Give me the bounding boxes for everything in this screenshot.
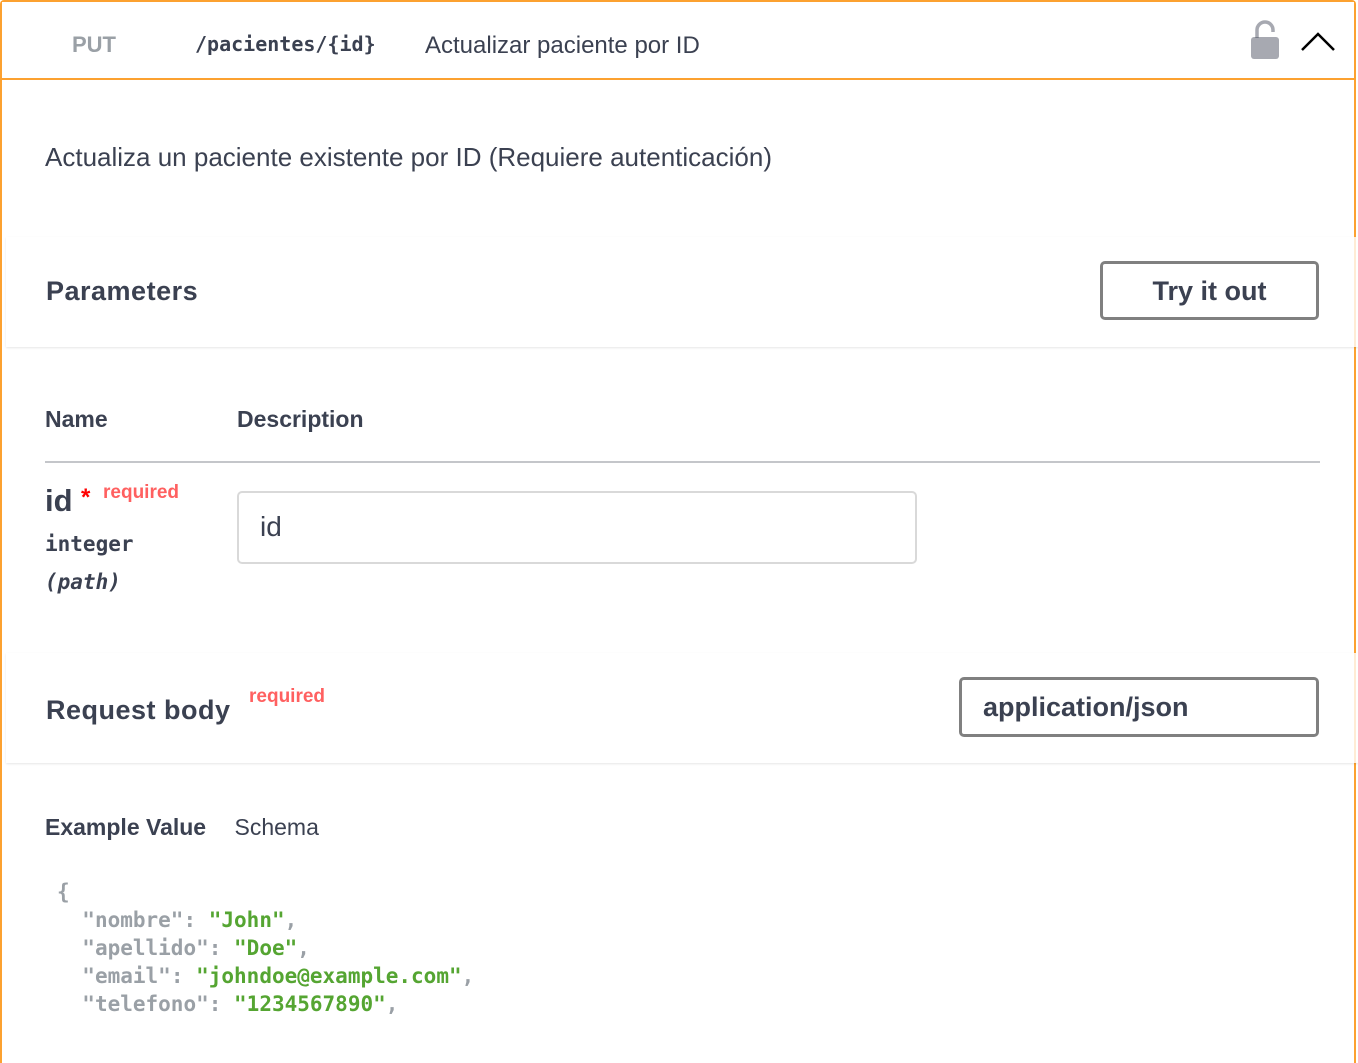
parameter-location: (path) — [45, 570, 121, 594]
request-body-required-label: required — [249, 686, 326, 707]
parameter-type: integer — [45, 532, 134, 556]
operation-body: Actualiza un paciente existente por ID (… — [2, 80, 1358, 1063]
parameter-name: id — [45, 483, 73, 518]
json-value: "Doe" — [234, 936, 298, 960]
operation-block: PUT /pacientes/{id} Actualizar paciente … — [0, 0, 1358, 1063]
request-body-header: Request body required application/json — [6, 653, 1358, 763]
json-value: "johndoe@example.com" — [196, 964, 462, 988]
parameters-table-header: Name Description — [45, 406, 1320, 463]
endpoint-path: /pacientes/{id} — [195, 32, 376, 56]
chevron-up-icon[interactable] — [1298, 26, 1338, 56]
required-star: * — [81, 484, 91, 511]
column-description-header: Description — [237, 406, 364, 432]
example-json: { "nombre": "John", "apellido": "Doe", "… — [57, 880, 475, 1016]
id-input[interactable]: id — [237, 491, 917, 564]
content-type-select[interactable]: application/json — [959, 677, 1319, 737]
operation-summary-text: Actualizar paciente por ID — [425, 32, 700, 59]
json-key: "nombre" — [82, 908, 184, 932]
parameters-title: Parameters — [46, 276, 199, 306]
json-open-brace: { — [57, 880, 70, 904]
operation-description: Actualiza un paciente existente por ID (… — [45, 142, 772, 172]
http-method: PUT — [72, 32, 116, 57]
tab-schema[interactable]: Schema — [234, 814, 318, 840]
tab-example-value[interactable]: Example Value — [45, 814, 206, 840]
json-key: "telefono" — [82, 992, 209, 1016]
example-tabs: Example Value Schema — [45, 814, 319, 841]
lock-open-icon[interactable] — [1249, 20, 1281, 60]
json-value: "John" — [208, 908, 285, 932]
operation-summary[interactable]: PUT /pacientes/{id} Actualizar paciente … — [2, 2, 1354, 80]
json-key: "email" — [82, 964, 171, 988]
column-name-header: Name — [45, 406, 108, 432]
json-key: "apellido" — [82, 936, 209, 960]
json-value: "1234567890" — [234, 992, 386, 1016]
required-label: required — [103, 482, 180, 503]
try-it-out-button[interactable]: Try it out — [1100, 261, 1319, 320]
parameters-header: Parameters Try it out — [6, 237, 1358, 347]
request-body-title: Request body — [46, 695, 231, 725]
